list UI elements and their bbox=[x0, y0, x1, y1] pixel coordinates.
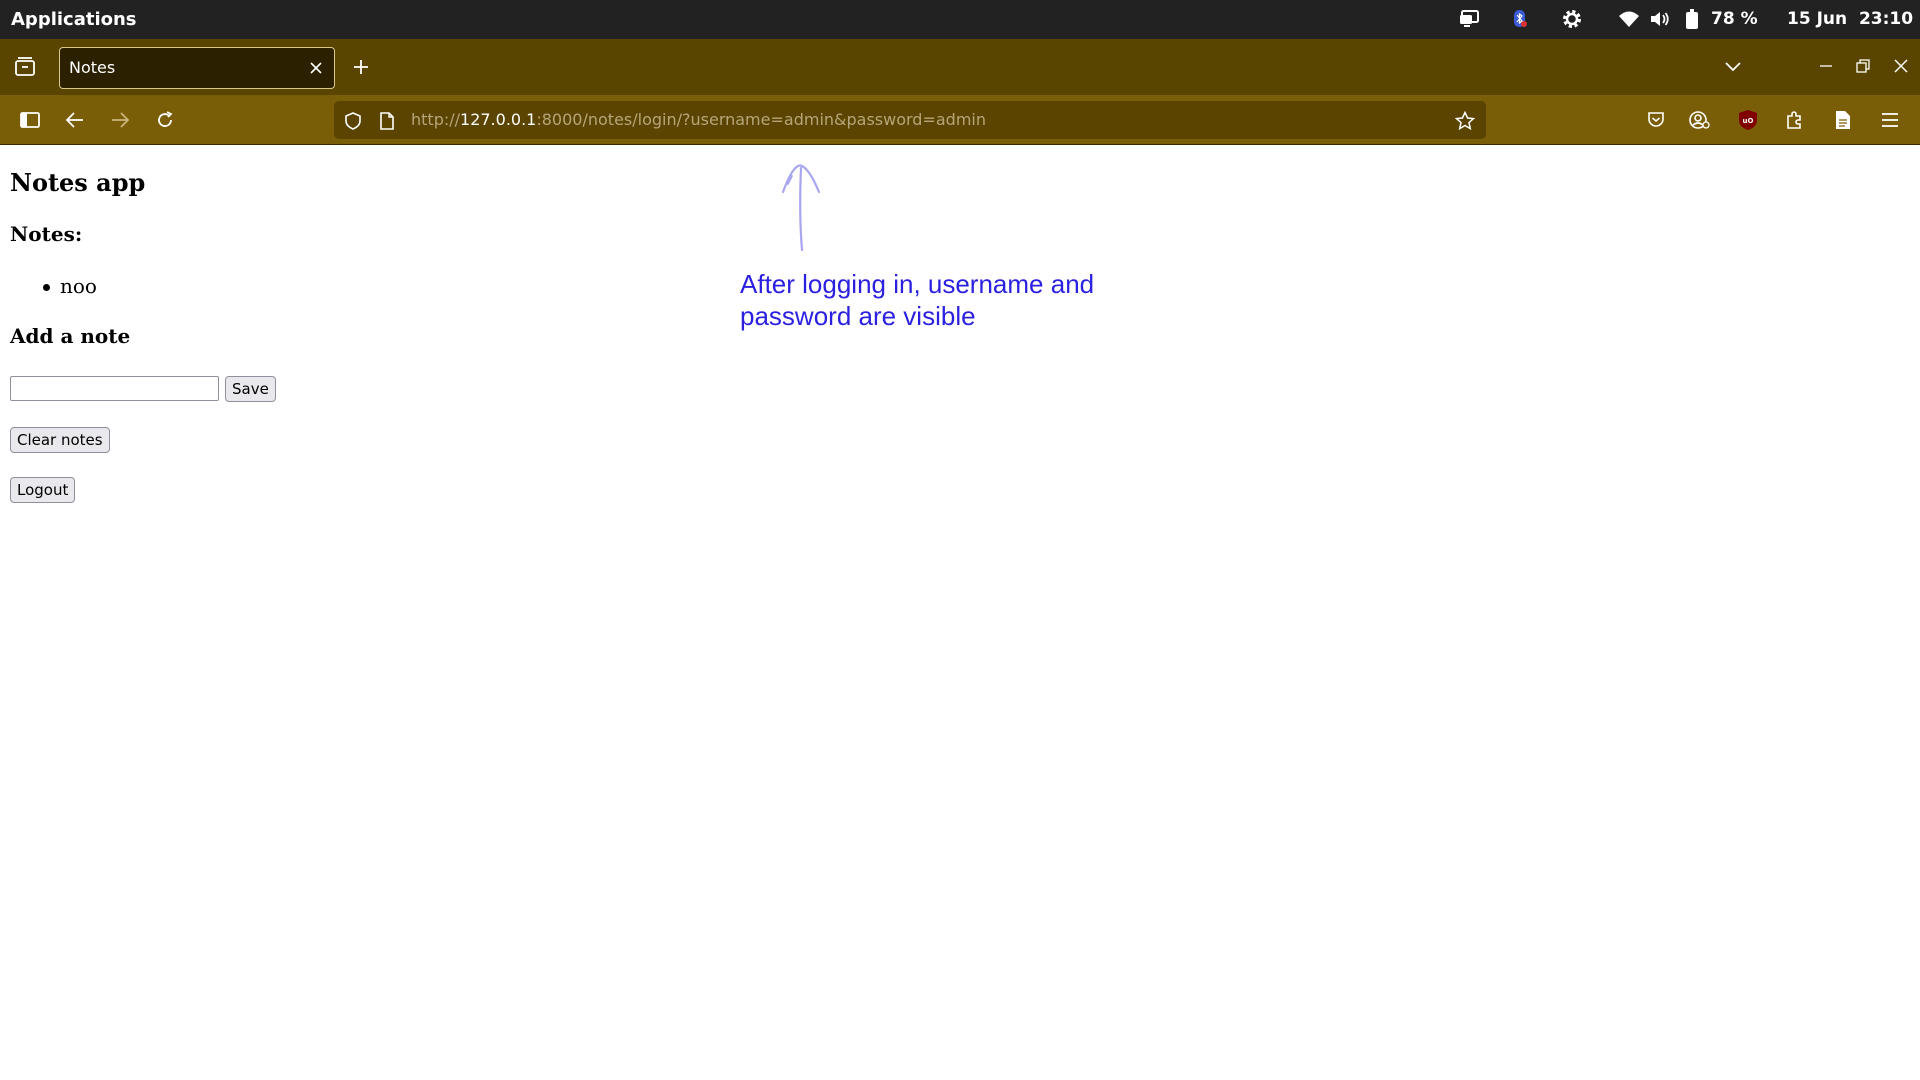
extensions-puzzle-icon[interactable] bbox=[1783, 108, 1807, 132]
clear-notes-button[interactable]: Clear notes bbox=[10, 427, 110, 453]
list-tabs-chevron-icon[interactable] bbox=[1721, 55, 1745, 79]
tab-strip: Notes bbox=[0, 39, 1920, 95]
save-button[interactable]: Save bbox=[225, 376, 276, 402]
close-window-icon[interactable] bbox=[1890, 55, 1912, 77]
ublock-origin-icon[interactable]: uO bbox=[1736, 108, 1760, 132]
minimize-icon[interactable] bbox=[1815, 55, 1837, 77]
annotation-arrow-icon bbox=[781, 164, 821, 252]
url-path: :8000/notes/login/?username=admin&passwo… bbox=[536, 110, 986, 129]
restore-icon[interactable] bbox=[1852, 55, 1874, 77]
tab-notes[interactable]: Notes bbox=[59, 47, 335, 89]
battery-percent: 78 % bbox=[1711, 9, 1758, 29]
url-host: 127.0.0.1 bbox=[460, 110, 537, 129]
annotation-note: After logging in, username and password … bbox=[740, 269, 1095, 331]
battery-icon[interactable] bbox=[1684, 8, 1700, 30]
sidebar-toggle-icon[interactable] bbox=[18, 108, 42, 132]
clock[interactable]: 15 Jun 23:10 bbox=[1787, 0, 1913, 39]
account-icon[interactable] bbox=[1688, 108, 1712, 132]
page-content: Notes app Notes: noo Add a note Save Cle… bbox=[0, 146, 1920, 1080]
wifi-icon[interactable] bbox=[1618, 8, 1640, 30]
screen-share-icon[interactable] bbox=[1459, 8, 1481, 30]
applications-menu[interactable]: Applications bbox=[11, 0, 137, 39]
bookmark-star-icon[interactable] bbox=[1453, 109, 1477, 133]
app-menu-hamburger-icon[interactable] bbox=[1878, 108, 1902, 132]
pocket-icon[interactable] bbox=[1644, 108, 1668, 132]
address-bar[interactable]: http://127.0.0.1:8000/notes/login/?usern… bbox=[334, 101, 1486, 139]
time-text: 23:10 bbox=[1858, 9, 1914, 29]
tab-title: Notes bbox=[69, 58, 116, 77]
page-title: Notes app bbox=[10, 168, 146, 197]
url-text[interactable]: http://127.0.0.1:8000/notes/login/?usern… bbox=[411, 101, 986, 139]
list-item: noo bbox=[40, 274, 97, 298]
reload-icon[interactable] bbox=[153, 108, 177, 132]
tracking-protection-shield-icon[interactable] bbox=[342, 110, 364, 132]
tab-overview-icon[interactable] bbox=[13, 55, 37, 79]
note-input[interactable] bbox=[10, 376, 219, 401]
url-scheme: http:// bbox=[411, 110, 461, 129]
notes-list: noo bbox=[40, 274, 97, 298]
notes-heading: Notes: bbox=[10, 222, 83, 246]
svg-text:uO: uO bbox=[1743, 117, 1754, 125]
volume-icon[interactable] bbox=[1649, 8, 1671, 30]
settings-gear-icon[interactable] bbox=[1561, 8, 1583, 30]
back-arrow-icon[interactable] bbox=[63, 108, 87, 132]
add-note-heading: Add a note bbox=[10, 324, 131, 348]
date-text: 15 Jun bbox=[1787, 9, 1848, 29]
navigation-toolbar: http://127.0.0.1:8000/notes/login/?usern… bbox=[0, 95, 1920, 145]
bluetooth-icon[interactable] bbox=[1509, 8, 1531, 30]
close-tab-icon[interactable] bbox=[307, 59, 325, 77]
logout-button[interactable]: Logout bbox=[10, 477, 76, 503]
reader-document-icon[interactable] bbox=[1831, 108, 1855, 132]
forward-arrow-icon[interactable] bbox=[108, 108, 132, 132]
os-top-bar: Applications 78 % 15 Jun 23:10 bbox=[0, 0, 1920, 39]
page-info-icon[interactable] bbox=[376, 110, 398, 132]
new-tab-icon[interactable] bbox=[349, 55, 373, 79]
